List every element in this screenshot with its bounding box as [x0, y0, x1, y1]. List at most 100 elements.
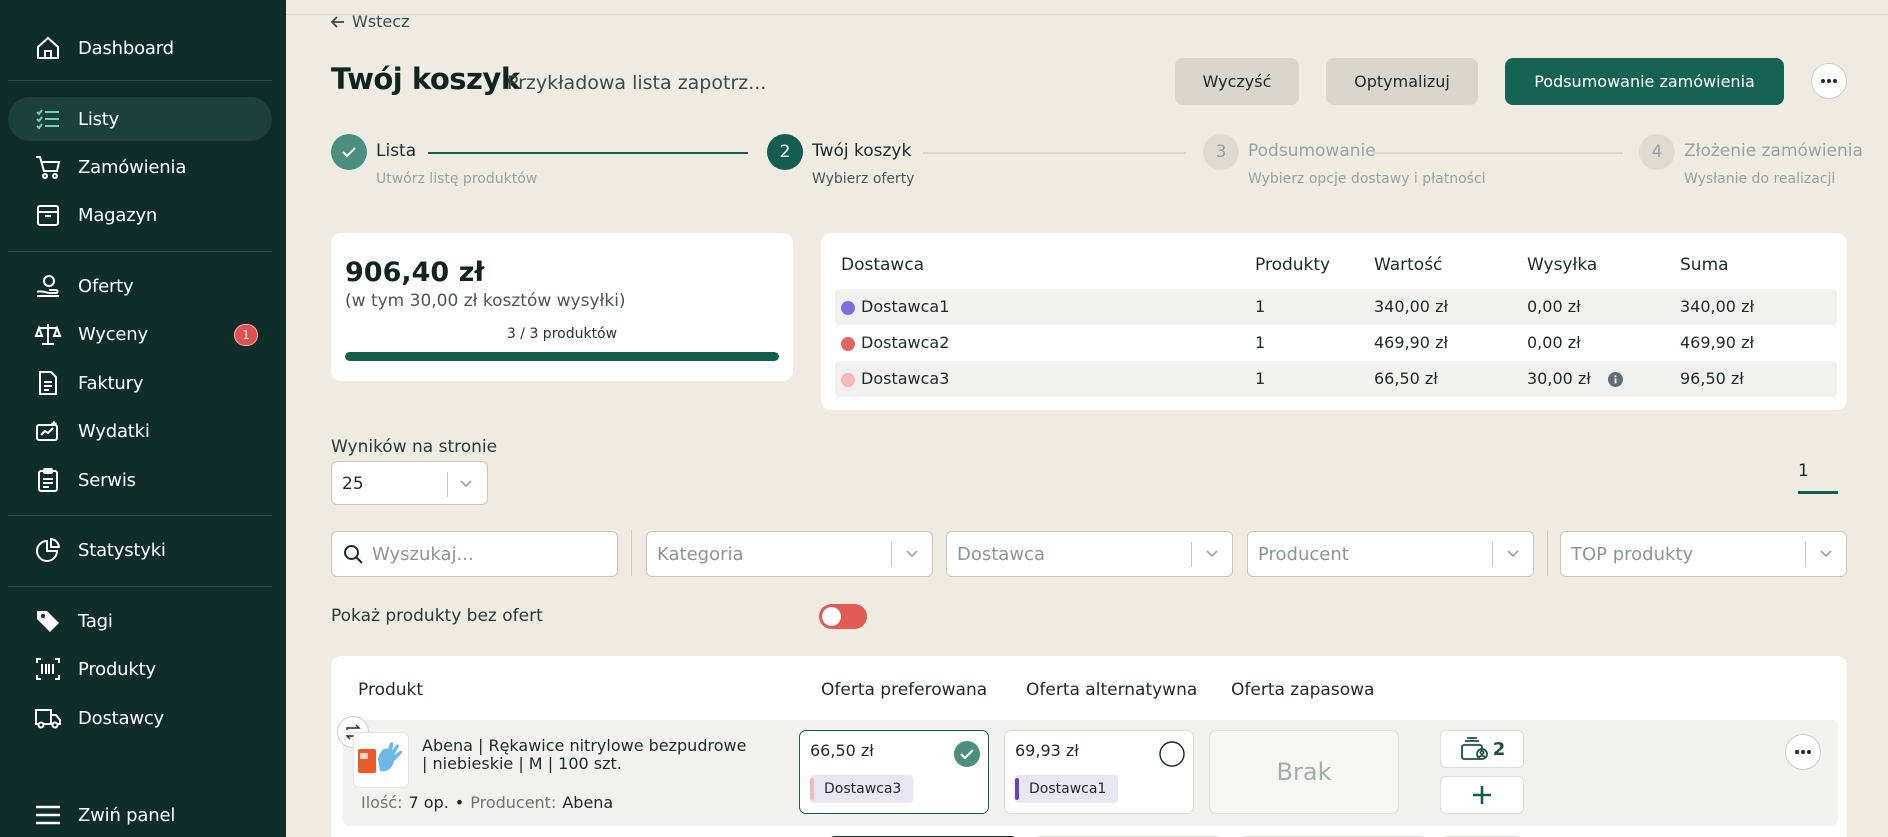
sidebar-item-produkty[interactable]: Produkty	[8, 647, 272, 691]
more-icon	[1795, 750, 1811, 754]
show-without-offers-toggle[interactable]	[819, 604, 867, 629]
add-button[interactable]	[1440, 776, 1524, 814]
back-link[interactable]: Wstecz	[330, 12, 409, 31]
sidebar-item-serwis[interactable]: Serwis	[8, 458, 272, 502]
sidebar-item-oferty[interactable]: Oferty	[8, 264, 272, 308]
offer-supplier-name: Dostawca3	[824, 781, 902, 797]
sidebar-item-faktury[interactable]: Faktury	[8, 361, 272, 405]
step-2-circle: 2	[767, 134, 803, 170]
select-divider	[447, 472, 448, 497]
more-icon	[1821, 79, 1837, 83]
sidebar-divider	[8, 586, 272, 587]
plus-icon	[1471, 784, 1493, 806]
step-1-desc: Utwórz listę produktów	[376, 171, 538, 187]
product-thumbnail	[353, 732, 409, 788]
supplier-row: Dostawca2 1 469,90 zł 0,00 zł 469,90 zł	[835, 325, 1837, 361]
sidebar-item-label: Statystyki	[78, 539, 166, 561]
sidebar-item-statystyki[interactable]: Statystyki	[8, 528, 272, 572]
collapse-panel-button[interactable]: Zwiń panel	[8, 793, 272, 837]
sidebar-item-dostawcy[interactable]: Dostawcy	[8, 696, 272, 740]
chevron-down-icon	[1819, 548, 1833, 558]
more-options-button[interactable]	[1811, 63, 1847, 99]
optimize-button[interactable]: Optymalizuj	[1326, 58, 1478, 105]
producer-select[interactable]: Producent	[1247, 531, 1534, 577]
per-page-value: 25	[342, 474, 364, 494]
category-select[interactable]: Kategoria	[646, 531, 933, 577]
supplier-value: 66,50 zł	[1374, 369, 1438, 388]
sidebar-item-label: Faktury	[78, 372, 144, 394]
col-header-alternative-offer: Oferta alternatywna	[1026, 680, 1198, 700]
supplier-color-dot	[841, 373, 855, 387]
sidebar-item-dashboard[interactable]: Dashboard	[8, 26, 272, 70]
sidebar-divider	[8, 80, 272, 81]
step-connector	[1373, 152, 1623, 154]
search-icon	[343, 544, 363, 564]
sidebar-item-label: Dashboard	[78, 37, 174, 59]
col-header-sum: Suma	[1680, 255, 1729, 275]
supplier-shipping: 0,00 zł	[1527, 297, 1581, 316]
supplier-select[interactable]: Dostawca	[946, 531, 1233, 577]
chart-icon	[34, 536, 62, 564]
supplier-sum: 340,00 zł	[1680, 297, 1755, 316]
sidebar-item-label: Zamówienia	[78, 156, 187, 178]
chevron-down-icon	[1205, 548, 1219, 558]
clear-button[interactable]: Wyczyść	[1175, 58, 1299, 105]
order-total: 906,40 zł	[345, 257, 485, 288]
step-connector	[923, 152, 1186, 154]
select-divider	[1191, 542, 1192, 567]
supplier-value: 469,90 zł	[1374, 333, 1449, 352]
filter-divider	[631, 530, 632, 576]
supplier-shipping: 30,00 zł	[1527, 369, 1591, 388]
products-progress-bar	[345, 352, 779, 361]
step-3-title: Podsumowanie	[1248, 141, 1376, 161]
col-header-backup-offer: Oferta zapasowa	[1231, 680, 1375, 700]
sidebar-item-zamowienia[interactable]: Zamówienia	[8, 145, 272, 189]
per-page-select[interactable]: 25	[331, 461, 488, 505]
sidebar-item-label: Wyceny	[78, 323, 148, 345]
suppliers-card: Dostawca Produkty Wartość Wysyłka Suma D…	[821, 233, 1847, 410]
header-divider	[286, 14, 1888, 15]
invoice-icon	[34, 369, 62, 397]
top-products-select[interactable]: TOP produkty	[1560, 531, 1847, 577]
barcode-icon	[34, 655, 62, 683]
tag-icon	[34, 607, 62, 635]
supplier-color-dot	[841, 337, 855, 351]
supplier-products: 1	[1255, 297, 1266, 316]
col-header-supplier: Dostawca	[841, 255, 925, 275]
search-input[interactable]: Wyszukaj...	[331, 531, 618, 577]
sidebar-item-wydatki[interactable]: Wydatki	[8, 409, 272, 453]
offer-icon	[34, 272, 62, 300]
main-content: Wstecz Twój koszyk Przykładowa lista zap…	[286, 0, 1888, 837]
sidebar-item-wyceny[interactable]: Wyceny 1	[8, 312, 272, 356]
chevron-down-icon	[1506, 548, 1520, 558]
alternative-offer-card[interactable]: 69,93 zł Dostawca1	[1004, 730, 1194, 814]
supplier-value: 340,00 zł	[1374, 297, 1449, 316]
sidebar-divider	[8, 515, 272, 516]
supplier-name: Dostawca1	[861, 297, 950, 316]
scale-icon	[34, 320, 62, 348]
supplier-shipping: 0,00 zł	[1527, 333, 1581, 352]
preferred-offer-card[interactable]: 66,50 zł Dostawca3	[799, 730, 989, 814]
page-number[interactable]: 1	[1798, 461, 1809, 481]
truck-icon	[34, 704, 62, 732]
search-placeholder: Wyszukaj...	[372, 544, 474, 565]
step-4-title: Złożenie zamówienia	[1684, 141, 1863, 161]
order-summary-button[interactable]: Podsumowanie zamówienia	[1505, 58, 1784, 105]
sidebar-item-label: Magazyn	[78, 204, 158, 226]
sidebar-item-magazyn[interactable]: Magazyn	[8, 193, 272, 237]
chevron-down-icon	[459, 478, 473, 488]
product-meta: Ilość: 7 op. • Producent: Abena	[361, 793, 613, 812]
sidebar: Dashboard Listy Zamówienia Magazyn Ofert…	[0, 0, 286, 837]
products-count: 3 / 3 produktów	[506, 326, 618, 342]
per-page-label: Wyników na stronie	[331, 437, 498, 457]
product-name: Abena | Rękawice nitrylowe bezpudrowe | …	[422, 736, 747, 773]
stock-button[interactable]: 2	[1440, 730, 1524, 768]
category-placeholder: Kategoria	[657, 544, 744, 565]
sidebar-item-label: Wydatki	[78, 420, 150, 442]
sidebar-item-tagi[interactable]: Tagi	[8, 599, 272, 643]
sidebar-item-label: Oferty	[78, 275, 134, 297]
sidebar-item-listy[interactable]: Listy	[8, 97, 272, 141]
row-more-button[interactable]	[1785, 734, 1821, 770]
info-icon[interactable]	[1608, 372, 1623, 387]
chevron-down-icon	[905, 548, 919, 558]
